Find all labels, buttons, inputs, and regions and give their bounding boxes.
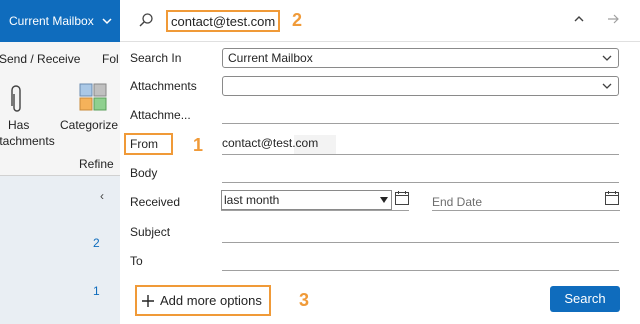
subject-field[interactable] [222, 221, 619, 243]
arrow-right-icon[interactable] [606, 12, 620, 26]
tab-send-receive[interactable]: Send / Receive [0, 52, 80, 66]
add-more-options-label: Add more options [160, 293, 262, 308]
calendar-icon[interactable] [604, 190, 620, 206]
dropdown-arrow-icon [380, 197, 388, 203]
to-label: To [130, 254, 143, 268]
search-input[interactable]: contact@test.com [166, 10, 281, 32]
refine-group-label: Refine [79, 157, 114, 171]
collapse-pane-icon[interactable]: ‹ [100, 189, 104, 203]
step-badge-2: 2 [292, 10, 303, 30]
from-field[interactable]: contact@test.com [222, 133, 619, 155]
body-field[interactable] [222, 161, 619, 183]
search-in-value: Current Mailbox [228, 51, 313, 65]
has-attachments-label-2: ttachments [0, 134, 55, 148]
has-attachments-label[interactable]: Has [8, 117, 29, 133]
to-field[interactable] [222, 249, 619, 271]
add-more-options-button[interactable]: Add more options [135, 285, 271, 316]
tab-folder[interactable]: Fol [102, 52, 119, 66]
attachment-name-label: Attachme... [130, 108, 191, 122]
calendar-icon[interactable] [394, 190, 410, 206]
step-badge-1: 1 [193, 135, 204, 155]
body-label: Body [130, 166, 158, 180]
collapse-up-icon[interactable] [572, 12, 586, 26]
categorize-icon[interactable] [79, 83, 107, 111]
step-badge-3: 3 [299, 290, 310, 310]
attachments-label: Attachments [130, 79, 197, 93]
received-start-date[interactable]: last month [221, 189, 409, 211]
search-bar[interactable]: contact@test.com 2 [120, 0, 640, 42]
search-in-select[interactable]: Current Mailbox [222, 48, 619, 68]
end-date-placeholder: End Date [432, 195, 483, 209]
search-in-label: Search In [130, 51, 182, 65]
chevron-down-icon [602, 55, 612, 61]
chevron-down-icon [602, 83, 612, 89]
mailbox-scope-label: Current Mailbox [9, 14, 94, 28]
search-button[interactable]: Search [550, 286, 620, 312]
search-icon [139, 13, 153, 27]
attachment-name-field[interactable] [222, 102, 619, 124]
plus-icon [142, 294, 154, 307]
received-label: Received [130, 195, 181, 209]
unread-count: 1 [93, 284, 100, 298]
end-date-field[interactable]: End Date [432, 189, 620, 211]
from-label: From [124, 133, 173, 155]
mailbox-scope-button[interactable]: Current Mailbox [0, 0, 120, 42]
received-select[interactable]: last month [221, 190, 392, 210]
categorize-label[interactable]: Categorize [60, 117, 118, 133]
subject-label: Subject [130, 225, 171, 239]
chevron-down-icon [102, 18, 112, 25]
advanced-search-panel: Search In Current Mailbox Attachments At… [120, 42, 640, 324]
paperclip-icon[interactable] [10, 84, 24, 114]
attachments-select[interactable] [222, 76, 619, 96]
unread-count: 2 [93, 236, 100, 250]
